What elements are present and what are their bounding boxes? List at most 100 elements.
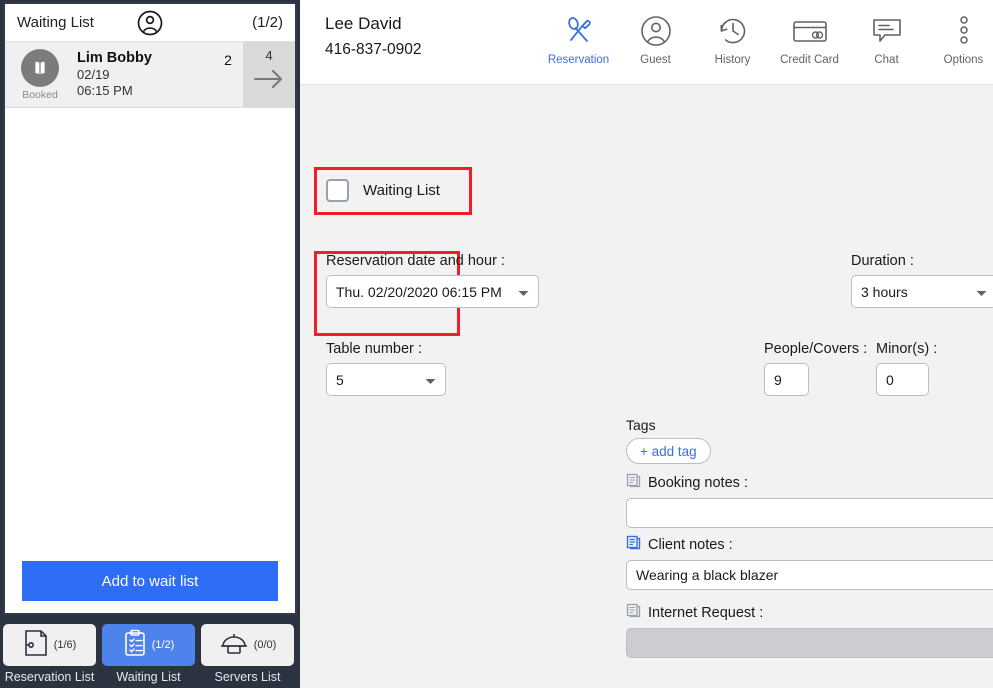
add-tag-button[interactable]: + add tag [626,438,711,464]
guest-identity: Lee David 416-837-0902 [300,0,422,62]
credit-card-icon [792,8,828,53]
tags-label: Tags [626,417,656,433]
chat-bubble-icon [871,8,903,53]
clipboard-check-icon [123,629,147,662]
label-minors: Minor(s) : [876,341,938,357]
right-panel: Lee David 416-837-0902 Reservation Guest… [300,0,993,688]
tab-history[interactable]: History [694,8,771,66]
internet-request-section: Internet Request : [626,603,993,658]
waiting-list-count: (1/2) [252,14,283,31]
nav-item-servers-list[interactable]: (0/0) Servers List [201,624,294,684]
reservation-datetime-select[interactable]: Thu. 02/20/2020 06:15 PM [326,275,539,308]
nav-count-waiting-list: (1/2) [151,639,175,651]
note-page-icon [626,473,641,493]
list-item-status: Booked [22,88,58,101]
field-group-people-covers: People/Covers : 9 [764,341,867,396]
nav-count-reservation-list: (1/6) [53,639,77,651]
bottom-nav: (1/6) Reservation List (1/2) Waiting Lis… [0,620,300,688]
waiting-list-checkbox[interactable] [326,179,349,202]
list-item-avatar: Booked [5,42,75,107]
add-to-wait-list-button[interactable]: Add to wait list [22,561,278,601]
nav-box-reservation-list[interactable]: (1/6) [3,624,96,666]
nav-label-reservation-list: Reservation List [4,670,95,684]
note-page-icon [626,603,641,623]
reservation-form: Waiting List Reservation date and hour :… [300,85,993,688]
table-number-value: 5 [336,371,344,388]
room-service-bell-icon [219,629,249,662]
duration-select[interactable]: 3 hours [851,275,993,308]
waiting-list-rows: Booked Lim Bobby 02/19 06:15 PM 2 4 [5,42,295,549]
tags-section: Tags + add tag [626,417,711,464]
tab-chat[interactable]: Chat [848,8,925,66]
waiting-list-toggle-row: Waiting List [326,179,440,202]
field-group-reservation-datetime: Reservation date and hour : Thu. 02/20/2… [326,253,539,308]
chevron-down-icon [425,372,436,388]
nav-item-reservation-list[interactable]: (1/6) Reservation List [3,624,96,684]
tab-label-reservation: Reservation [547,54,610,66]
user-circle-icon[interactable] [137,10,163,41]
nav-box-waiting-list[interactable]: (1/2) [102,624,195,666]
table-number-select[interactable]: 5 [326,363,446,396]
tab-guest[interactable]: Guest [617,8,694,66]
field-group-table-number: Table number : 5 [326,341,446,396]
book-icon [21,48,59,87]
internet-request-input [626,628,993,658]
tab-options[interactable]: Options [925,8,993,66]
waiting-list-panel: Waiting List (1/2) Booked Lim Bobby 02/1… [3,2,297,615]
chevron-down-icon [976,284,987,300]
reservation-datetime-value: Thu. 02/20/2020 06:15 PM [336,283,502,300]
guest-header: Lee David 416-837-0902 Reservation Guest… [300,0,993,85]
field-group-minors: Minor(s) : 0 [876,341,937,396]
internet-request-label: Internet Request : [648,605,764,621]
nav-label-waiting-list: Waiting List [116,670,181,684]
arrow-right-icon[interactable] [252,67,286,96]
tab-label-history: History [714,54,751,66]
user-circle-icon [640,8,672,53]
tab-label-credit-card: Credit Card [780,54,839,66]
client-notes-section: Client notes : Wearing a black blazer [626,535,993,590]
nav-box-servers-list[interactable]: (0/0) [201,624,294,666]
list-item[interactable]: Booked Lim Bobby 02/19 06:15 PM 2 4 [5,42,295,108]
field-group-duration: Duration : 3 hours [851,253,993,308]
app-root: Waiting List (1/2) Booked Lim Bobby 02/1… [0,0,993,688]
note-page-icon [626,535,641,555]
label-reservation-datetime: Reservation date and hour : [326,253,505,269]
waiting-list-title: Waiting List [17,14,94,31]
detail-tabs: Reservation Guest History Credit Card Ch… [540,8,993,66]
list-item-action[interactable]: 4 [243,42,295,107]
list-item-table-number: 4 [265,48,273,63]
client-notes-header: Client notes : [626,535,993,555]
guest-name: Lee David [325,14,402,33]
crossed-utensils-icon [562,8,596,53]
booking-notes-input[interactable] [626,498,993,528]
client-notes-input[interactable]: Wearing a black blazer [626,560,993,590]
booking-notes-header: Booking notes : [626,473,993,493]
tab-reservation[interactable]: Reservation [540,8,617,66]
label-duration: Duration : [851,253,914,269]
duration-value: 3 hours [861,283,908,300]
nav-count-servers-list: (0/0) [253,639,277,651]
waiting-list-checkbox-label: Waiting List [363,182,440,199]
tab-label-chat: Chat [874,54,899,66]
booking-notes-section: Booking notes : [626,473,993,528]
list-item-date: 02/19 [77,67,110,82]
booking-notes-label: Booking notes : [648,475,748,491]
guest-phone: 416-837-0902 [325,41,422,58]
label-people-covers: People/Covers : [764,341,868,357]
list-item-time: 06:15 PM [77,83,133,98]
nav-item-waiting-list[interactable]: (1/2) Waiting List [102,624,195,684]
waiting-list-footer: Add to wait list [5,549,295,613]
label-table-number: Table number : [326,341,422,357]
tab-credit-card[interactable]: Credit Card [771,8,848,66]
chevron-down-icon [518,284,529,300]
notebook-icon [23,629,49,662]
minors-input[interactable]: 0 [876,363,929,396]
left-panel: Waiting List (1/2) Booked Lim Bobby 02/1… [0,0,300,688]
tab-label-options: Options [943,54,984,66]
more-vertical-icon [956,8,972,53]
client-notes-label: Client notes : [648,537,733,553]
tab-label-guest: Guest [640,54,671,66]
list-item-info: Lim Bobby 02/19 06:15 PM [75,42,213,107]
people-covers-input[interactable]: 9 [764,363,809,396]
list-item-party-size: 2 [224,52,232,68]
